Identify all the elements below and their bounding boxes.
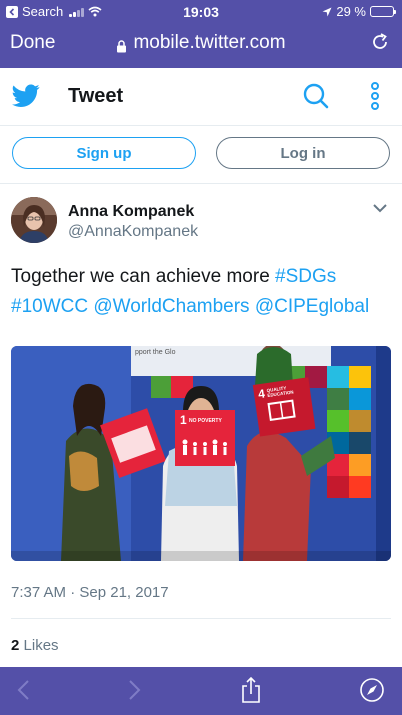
status-bar: Search 19:03 29 % <box>0 0 402 24</box>
share-icon[interactable] <box>238 677 264 703</box>
hashtag-link[interactable]: #10WCC <box>11 296 88 317</box>
tweet-body-text: Together we can achieve more <box>11 266 276 287</box>
location-arrow-icon <box>322 7 332 16</box>
url-text: mobile.twitter.com <box>133 32 286 53</box>
goal1-number: 1 <box>180 413 187 427</box>
mention-link[interactable]: @WorldChambers <box>93 296 249 317</box>
twitter-bird-icon[interactable] <box>12 84 40 108</box>
hashtag-link[interactable]: #SDGs <box>275 266 336 287</box>
tweet-photo[interactable]: pport the Glo 1 NO POVERTY 4 QUALITY EDU… <box>11 346 391 561</box>
browser-navbar: Done mobile.twitter.com <box>0 26 402 62</box>
goal1-title: NO POVERTY <box>189 418 222 424</box>
forward-icon[interactable] <box>120 677 146 703</box>
likes-count[interactable]: 2 Likes <box>11 637 59 654</box>
author-handle[interactable]: @AnnaKompanek <box>68 223 198 241</box>
search-icon[interactable] <box>302 82 330 110</box>
avatar[interactable] <box>11 197 57 243</box>
auth-bar: Sign up Log in <box>0 126 402 184</box>
author-name[interactable]: Anna Kompanek <box>68 203 194 221</box>
address-bar[interactable]: mobile.twitter.com <box>0 32 402 54</box>
login-button[interactable]: Log in <box>216 137 390 169</box>
page-title: Tweet <box>68 85 124 107</box>
reload-icon[interactable] <box>370 32 390 52</box>
chevron-down-icon[interactable] <box>372 202 388 214</box>
tweet-timestamp[interactable]: 7:37 AM · Sep 21, 2017 <box>11 584 169 601</box>
status-right: 29 % <box>322 4 396 19</box>
twitter-header: Tweet <box>0 68 402 126</box>
likes-label: Likes <box>23 637 59 654</box>
likes-number: 2 <box>11 637 20 654</box>
signup-button[interactable]: Sign up <box>12 137 196 169</box>
battery-icon <box>370 6 396 17</box>
divider <box>11 618 391 619</box>
compass-icon[interactable] <box>359 677 385 703</box>
browser-toolbar <box>0 667 402 715</box>
more-icon[interactable] <box>370 82 380 110</box>
mention-link[interactable]: @CIPEglobal <box>255 296 369 317</box>
battery-text: 29 % <box>336 4 366 19</box>
banner-text: pport the Glo <box>135 349 176 356</box>
tweet-text: Together we can achieve more #SDGs #10WC… <box>11 262 391 322</box>
lock-icon <box>116 37 127 52</box>
back-icon[interactable] <box>12 677 38 703</box>
browser-chrome: Search 19:03 29 % Done mobile.twitter.co… <box>0 0 402 68</box>
